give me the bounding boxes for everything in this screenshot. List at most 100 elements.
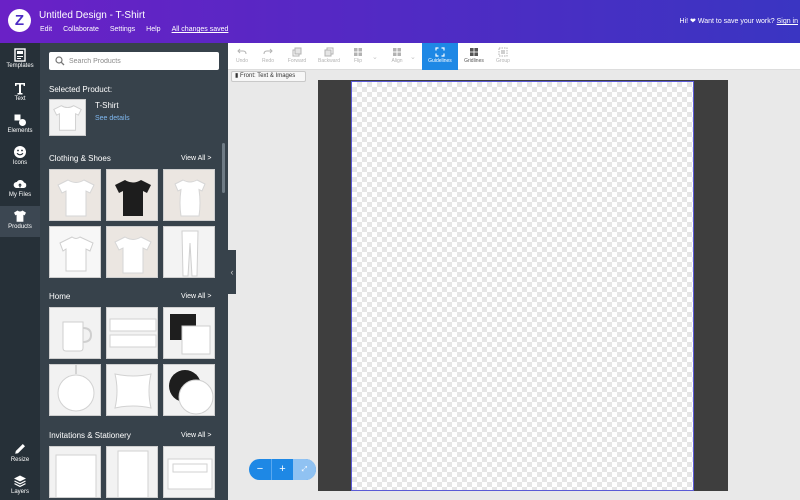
- cloud-upload-icon: [13, 179, 27, 188]
- design-toolbar: Undo Redo Forward Backward Flip ⌄ Align …: [228, 43, 800, 70]
- section-title-invitations: Invitations & Stationery: [49, 431, 131, 440]
- product-thumb[interactable]: [106, 307, 158, 359]
- product-thumb[interactable]: [49, 364, 101, 416]
- selected-product-thumbnail[interactable]: [49, 99, 86, 136]
- zoom-in-button[interactable]: +: [271, 459, 293, 480]
- backward-button[interactable]: Backward: [315, 43, 343, 70]
- undo-button[interactable]: Undo: [228, 43, 256, 70]
- folded-tshirt-icon: [50, 227, 100, 277]
- menu-help[interactable]: Help: [146, 26, 160, 33]
- design-canvas[interactable]: [351, 81, 694, 491]
- group-button[interactable]: Group: [489, 43, 517, 70]
- save-prompt: Hi! ❤ Want to save your work? Sign in: [680, 17, 798, 25]
- align-dropdown-icon[interactable]: ⌄: [410, 53, 416, 61]
- product-thumb[interactable]: [49, 226, 101, 278]
- flip-label: Flip: [353, 58, 363, 64]
- product-search: [49, 52, 219, 70]
- templates-icon: [14, 48, 26, 62]
- rail-item-my-files[interactable]: My Files: [0, 174, 40, 205]
- envelope-label-icon: [164, 447, 214, 497]
- group-label: Group: [496, 58, 510, 64]
- print-side-icon: ▮: [235, 73, 239, 79]
- product-thumb[interactable]: [163, 307, 215, 359]
- rail-label-elements: Elements: [7, 128, 33, 134]
- guidelines-button[interactable]: Guidelines: [422, 43, 458, 70]
- rail-item-products[interactable]: Products: [0, 206, 40, 237]
- sign-in-link[interactable]: Sign in: [777, 18, 798, 25]
- menu-collaborate[interactable]: Collaborate: [63, 26, 99, 33]
- product-thumb[interactable]: [49, 169, 101, 221]
- undo-label: Undo: [236, 58, 248, 64]
- align-button[interactable]: Align: [383, 43, 411, 70]
- leggings-icon: [164, 227, 214, 277]
- white-tshirt-icon: [50, 170, 100, 220]
- pillow-icon: [107, 365, 157, 415]
- product-thumb[interactable]: [49, 446, 101, 498]
- rail-item-text[interactable]: Text: [0, 78, 40, 109]
- undo-icon: [237, 48, 247, 55]
- bring-forward-icon: [292, 47, 302, 57]
- product-thumb[interactable]: [163, 226, 215, 278]
- rail-item-layers[interactable]: Layers: [0, 471, 40, 500]
- section-title-home: Home: [49, 292, 71, 301]
- menu-edit[interactable]: Edit: [40, 26, 52, 33]
- forward-button[interactable]: Forward: [283, 43, 311, 70]
- black-tshirt-icon: [107, 170, 157, 220]
- gridlines-button[interactable]: Gridlines: [460, 43, 488, 70]
- product-thumb[interactable]: [106, 169, 158, 221]
- invitation-card-icon: [50, 447, 100, 497]
- womens-tshirt-icon: [164, 170, 214, 220]
- left-rail: Templates Text Elements Icons My Files P…: [0, 43, 40, 500]
- gridlines-label: Gridlines: [464, 58, 484, 64]
- view-all-invitations[interactable]: View All >: [181, 432, 211, 439]
- product-thumb[interactable]: [163, 446, 215, 498]
- search-input[interactable]: [69, 54, 214, 68]
- product-thumb[interactable]: [106, 364, 158, 416]
- product-thumb[interactable]: [106, 226, 158, 278]
- rail-label-templates: Templates: [6, 63, 34, 69]
- rail-label-resize: Resize: [10, 457, 30, 463]
- button-pin-icon: [164, 365, 214, 415]
- zoom-out-button[interactable]: −: [249, 459, 271, 480]
- side-tab-front[interactable]: ▮ Front: Text & Images: [231, 71, 306, 82]
- rail-item-templates[interactable]: Templates: [0, 45, 40, 76]
- white-tshirt-icon: [107, 227, 157, 277]
- zazzle-logo[interactable]: Z: [8, 9, 31, 32]
- guidelines-icon: [435, 47, 445, 57]
- collapse-panel-button[interactable]: ‹: [228, 250, 236, 294]
- zoom-fit-button[interactable]: ⤢: [293, 459, 316, 480]
- product-thumb[interactable]: [106, 446, 158, 498]
- flip-button[interactable]: Flip: [344, 43, 372, 70]
- rail-label-products: Products: [8, 224, 32, 230]
- guidelines-label: Guidelines: [428, 58, 452, 64]
- view-all-home[interactable]: View All >: [181, 293, 211, 300]
- rail-label-text: Text: [14, 96, 26, 102]
- main-menu: Edit Collaborate Settings Help All chang…: [40, 26, 228, 33]
- see-details-link[interactable]: See details: [95, 115, 130, 122]
- flat-card-icon: [107, 447, 157, 497]
- rail-item-icons[interactable]: Icons: [0, 142, 40, 173]
- menu-settings[interactable]: Settings: [110, 26, 135, 33]
- save-prompt-text: Hi! ❤ Want to save your work?: [679, 18, 775, 25]
- product-thumb[interactable]: [163, 364, 215, 416]
- redo-button[interactable]: Redo: [254, 43, 282, 70]
- flip-dropdown-icon[interactable]: ⌄: [372, 53, 378, 61]
- rail-label-my-files: My Files: [8, 192, 32, 198]
- panel-scrollbar[interactable]: [222, 143, 225, 193]
- document-title[interactable]: Untitled Design - T-Shirt: [39, 10, 145, 21]
- label-sheet-icon: [107, 308, 157, 358]
- product-thumb[interactable]: [49, 307, 101, 359]
- product-thumb[interactable]: [163, 169, 215, 221]
- rail-item-resize[interactable]: Resize: [0, 439, 40, 470]
- flip-icon: [354, 48, 362, 56]
- align-icon: [393, 48, 401, 56]
- save-status[interactable]: All changes saved: [172, 26, 229, 33]
- white-tshirt-icon: [53, 105, 82, 131]
- rail-item-elements[interactable]: Elements: [0, 110, 40, 141]
- ornament-icon: [50, 365, 100, 415]
- elements-icon: [14, 114, 26, 126]
- align-label: Align: [391, 58, 403, 64]
- selected-product-label: Selected Product:: [49, 85, 113, 94]
- side-tab-label: Front: Text & Images: [239, 73, 296, 79]
- view-all-clothing[interactable]: View All >: [181, 155, 211, 162]
